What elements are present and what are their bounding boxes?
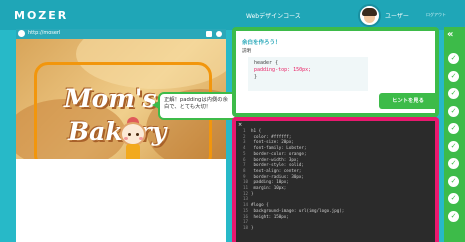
check-icon[interactable]: ✓ [448, 210, 459, 222]
line-text[interactable]: margin: 10px; [251, 185, 287, 190]
check-icon[interactable]: ✓ [448, 193, 459, 204]
check-icon[interactable]: ✓ [448, 70, 459, 82]
mascot-eye [136, 133, 139, 136]
avatar[interactable] [358, 4, 381, 27]
top-bar: MOZER Webデザインコース ユーザー ログアウト [0, 0, 465, 30]
hint-button[interactable]: ヒントを見る [379, 93, 437, 109]
line-text[interactable]: border-radius: 30px; [251, 174, 304, 179]
logout-link[interactable]: ログアウト [426, 12, 446, 18]
line-number: 18 [243, 224, 249, 230]
avatar-hair [362, 8, 377, 16]
code-line: header { [254, 60, 279, 66]
line-text[interactable]: font-size: 20px; [251, 139, 294, 144]
progress-sidebar: « ✓ ✓ ✓ ✓ ✓ ✓ ✓ ✓ ✓ ✓ [444, 27, 465, 242]
line-text[interactable]: height: 150px; [251, 214, 289, 219]
preview-pane: http://moserl Mom's Bakery [16, 29, 226, 242]
globe-icon [18, 30, 25, 37]
check-icon[interactable]: ✓ [448, 140, 459, 152]
check-icon[interactable]: ✓ [448, 123, 459, 134]
reload-icon[interactable] [216, 31, 222, 37]
line-text[interactable]: background-image: url(img/logo.jpg); [251, 208, 345, 213]
url-text: http://moserl [28, 30, 61, 36]
check-icon[interactable]: ✓ [448, 88, 459, 99]
brand-title-line1: Mom's [64, 84, 157, 113]
mascot-eye [128, 133, 131, 136]
line-text[interactable]: border-width: 3px; [251, 157, 299, 162]
feedback-tooltip: 正解！paddingは内側の余白で、とても大切！ [158, 92, 238, 120]
check-icon[interactable]: ✓ [448, 53, 459, 64]
collapse-icon[interactable]: « [447, 29, 453, 40]
brand-title-line2: Bakery [68, 117, 167, 146]
expand-icon[interactable] [206, 31, 212, 37]
question-code: header { padding-top: 150px; } [248, 57, 368, 91]
line-text[interactable]: font-family: Lobster; [251, 145, 307, 150]
line-text[interactable]: } [251, 225, 254, 230]
line-text[interactable]: color: #ffffff; [251, 134, 292, 139]
check-icon[interactable]: ✓ [448, 158, 459, 169]
code-editor[interactable]: × 1 h1 {2 color: #ffffff; 3 font-size: 20p… [232, 117, 439, 242]
check-icon[interactable]: ✓ [448, 105, 459, 117]
mascot-character [120, 117, 146, 159]
line-text[interactable]: #logo { [251, 202, 269, 207]
line-text[interactable]: } [251, 191, 254, 196]
user-name[interactable]: ユーザー [385, 11, 409, 20]
question-title: 余白を作ろう！ [242, 40, 281, 46]
line-text[interactable]: padding: 10px; [251, 179, 289, 184]
mascot-cheek [139, 137, 143, 140]
line-text[interactable]: text-align: center; [251, 168, 302, 173]
question-label: 説明 [242, 49, 251, 54]
mascot-body [126, 144, 140, 159]
mascot-head [120, 122, 146, 146]
line-text[interactable]: border-style: solid; [251, 162, 304, 167]
editor-lines[interactable]: 1 h1 {2 color: #ffffff; 3 font-size: 20px;… [243, 128, 344, 231]
mascot-cheek [124, 137, 128, 140]
course-title: Webデザインコース [246, 13, 301, 20]
question-panel: 余白を作ろう！ 説明 header { padding-top: 150px; … [232, 27, 439, 117]
line-text[interactable]: border-color: orange; [251, 151, 307, 156]
editor-line[interactable]: 18} [243, 225, 344, 231]
check-icon[interactable]: ✓ [448, 175, 459, 187]
close-icon[interactable]: × [238, 122, 242, 128]
app-logo: MOZER [14, 9, 69, 22]
url-bar: http://moserl [16, 29, 226, 39]
line-text[interactable]: h1 { [251, 128, 261, 133]
code-line: padding-top: 150px; [254, 67, 312, 73]
code-line: } [254, 74, 258, 80]
